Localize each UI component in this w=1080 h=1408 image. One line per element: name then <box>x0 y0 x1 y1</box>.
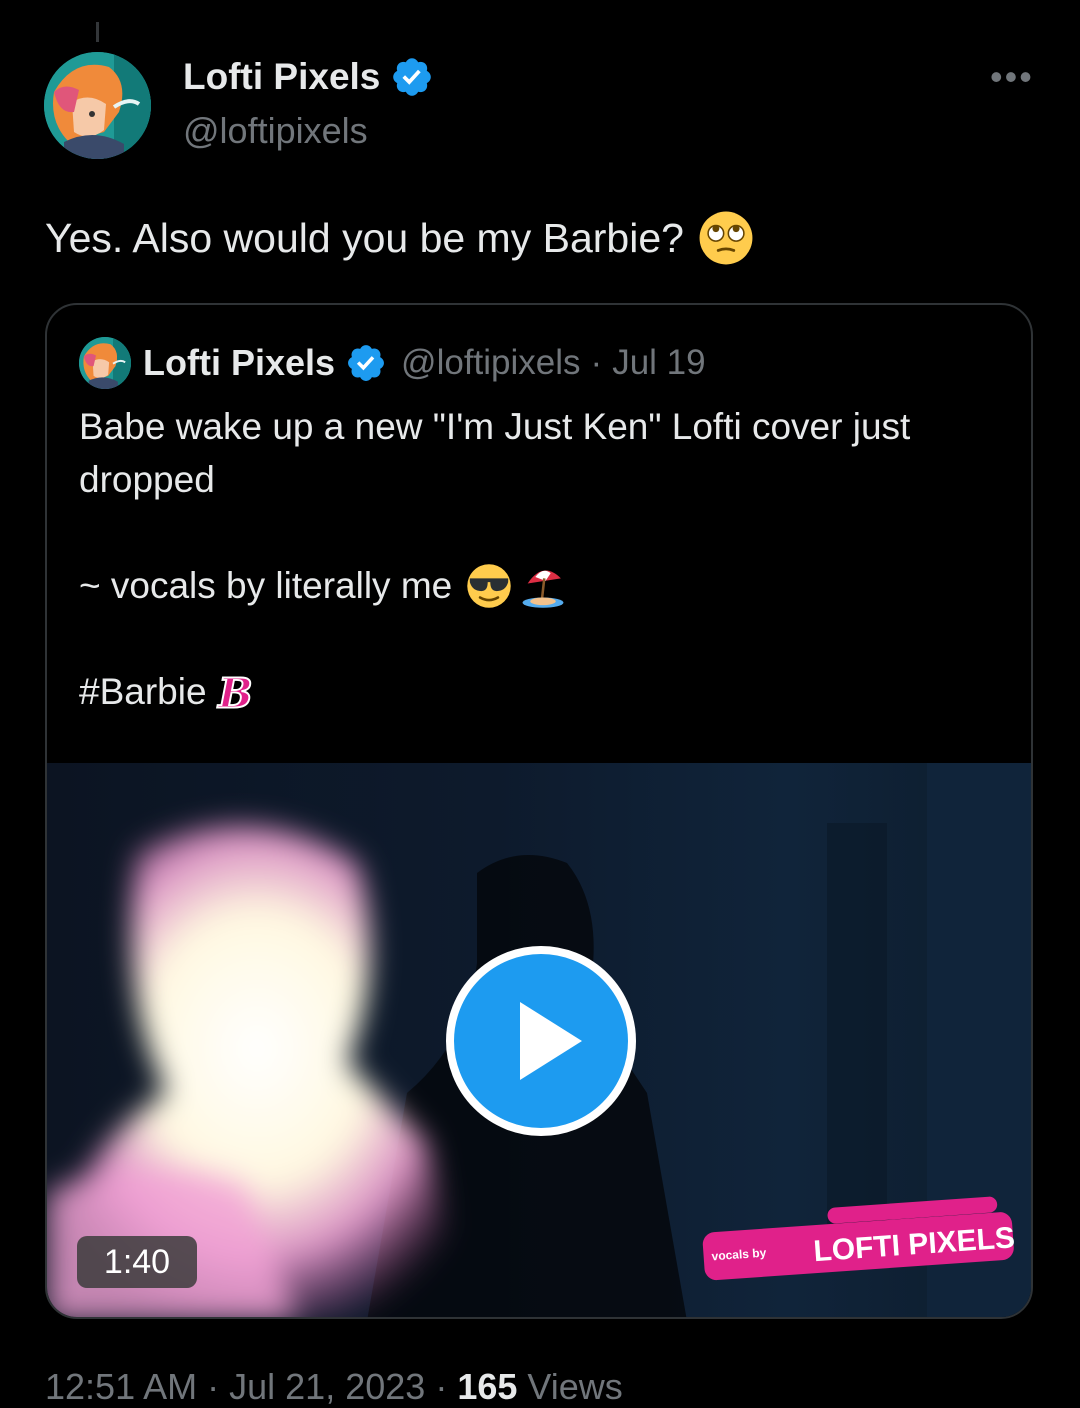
quoted-tweet-line2-text: ~ vocals by literally me <box>79 565 453 606</box>
author-name-row[interactable]: Lofti Pixels <box>183 55 434 99</box>
views-count: 165 <box>457 1366 518 1407</box>
tweet-text: Yes. Also would you be my Barbie? <box>45 210 754 266</box>
umbrella-on-ground-emoji-icon <box>522 570 564 608</box>
tweet-text-content: Yes. Also would you be my Barbie? <box>45 214 684 261</box>
views-label: Views <box>527 1366 623 1407</box>
more-options-icon[interactable]: ••• <box>990 59 1034 95</box>
video-duration-badge: 1:40 <box>77 1236 197 1288</box>
quoted-tweet-line2: ~ vocals by literally me <box>79 559 999 612</box>
author-handle[interactable]: @loftipixels <box>183 110 368 152</box>
svg-text:B: B <box>217 669 253 715</box>
author-display-name[interactable]: Lofti Pixels <box>183 56 380 98</box>
author-avatar[interactable] <box>44 52 151 159</box>
sunglasses-emoji-icon <box>467 563 511 608</box>
tweet-date[interactable]: Jul 21, 2023 <box>229 1366 425 1407</box>
tweet-time[interactable]: 12:51 AM <box>45 1366 197 1407</box>
quoted-tweet-header: Lofti Pixels @loftipixels · Jul 19 <box>79 337 706 389</box>
tweet-metadata: 12:51 AM · Jul 21, 2023 · 165 Views <box>45 1366 623 1408</box>
play-button[interactable] <box>446 946 636 1136</box>
quoted-tweet-card[interactable]: Lofti Pixels @loftipixels · Jul 19 Babe … <box>45 303 1033 1319</box>
rolling-eyes-emoji-icon <box>699 211 753 265</box>
barbie-b-logo-icon: B <box>216 669 253 715</box>
barbie-hashtag-link[interactable]: #Barbie <box>79 665 207 718</box>
thread-connector-line <box>96 22 99 42</box>
quoted-tweet-date: Jul 19 <box>612 343 706 382</box>
verified-badge-icon <box>348 345 384 381</box>
verified-badge-icon <box>393 58 432 96</box>
quoted-tweet-body: Babe wake up a new "I'm Just Ken" Lofti … <box>79 400 999 718</box>
play-icon <box>520 1002 582 1080</box>
header-separator: · <box>590 343 603 382</box>
quoted-tweet-line3: #Barbie B <box>79 665 999 718</box>
metadata-separator: · <box>207 1366 220 1407</box>
metadata-separator: · <box>435 1366 448 1407</box>
video-player[interactable]: vocals by LOFTI PIXELS 1:40 <box>47 763 1031 1317</box>
quoted-author-avatar <box>79 337 131 389</box>
quoted-author-display-name: Lofti Pixels <box>143 342 336 383</box>
quoted-tweet-line1: Babe wake up a new "I'm Just Ken" Lofti … <box>79 406 911 500</box>
quoted-author-handle: @loftipixels <box>401 343 581 382</box>
